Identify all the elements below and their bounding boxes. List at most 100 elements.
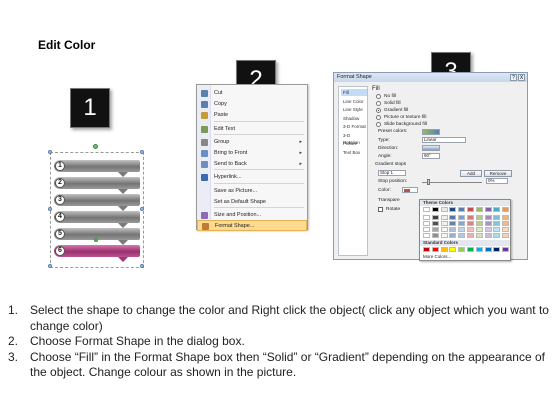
theme-color-swatch[interactable] bbox=[502, 207, 510, 212]
theme-color-swatch[interactable] bbox=[484, 215, 492, 220]
type-select[interactable]: Linear bbox=[422, 137, 466, 143]
theme-color-swatch[interactable] bbox=[458, 233, 466, 238]
fill-option-radio[interactable] bbox=[376, 115, 381, 120]
rotate-checkbox[interactable] bbox=[378, 207, 383, 212]
standard-color-swatch[interactable] bbox=[493, 247, 501, 252]
shape-bar[interactable]: 3 bbox=[54, 194, 140, 211]
theme-color-swatch[interactable] bbox=[493, 221, 501, 226]
theme-color-swatch[interactable] bbox=[493, 233, 501, 238]
fill-option-radio[interactable] bbox=[376, 94, 381, 99]
nav-item[interactable]: Fill bbox=[341, 89, 367, 96]
theme-color-swatch[interactable] bbox=[423, 221, 430, 226]
standard-color-swatch[interactable] bbox=[467, 247, 474, 252]
angle-input[interactable]: 90° bbox=[422, 153, 440, 159]
remove-stop-button[interactable]: Remove bbox=[484, 170, 512, 177]
nav-item[interactable]: Shadow bbox=[341, 115, 367, 122]
menu-item[interactable]: Save as Picture... bbox=[197, 186, 307, 197]
rotation-handle[interactable] bbox=[93, 144, 98, 149]
theme-color-swatch[interactable] bbox=[440, 233, 448, 238]
theme-color-swatch[interactable] bbox=[502, 221, 510, 226]
theme-color-swatch[interactable] bbox=[423, 207, 430, 212]
nav-item[interactable]: Line Style bbox=[341, 106, 367, 113]
more-colors-link[interactable]: More Colors... bbox=[423, 254, 451, 259]
theme-color-swatch[interactable] bbox=[467, 215, 474, 220]
theme-color-swatch[interactable] bbox=[440, 221, 448, 226]
theme-color-swatch[interactable] bbox=[493, 227, 501, 232]
theme-color-swatch[interactable] bbox=[502, 233, 510, 238]
menu-item[interactable]: Format Shape... bbox=[197, 220, 307, 231]
resize-handle[interactable] bbox=[48, 150, 52, 154]
nav-item[interactable]: Picture bbox=[341, 140, 367, 147]
standard-color-swatch[interactable] bbox=[431, 247, 439, 252]
standard-color-swatch[interactable] bbox=[440, 247, 448, 252]
theme-color-swatch[interactable] bbox=[475, 207, 483, 212]
theme-color-swatch[interactable] bbox=[431, 215, 439, 220]
menu-item[interactable]: Bring to Front ▸ bbox=[197, 148, 307, 159]
resize-handle[interactable] bbox=[140, 207, 144, 211]
theme-color-swatch[interactable] bbox=[458, 227, 466, 232]
theme-color-swatch[interactable] bbox=[475, 233, 483, 238]
resize-handle[interactable] bbox=[48, 207, 52, 211]
theme-color-swatch[interactable] bbox=[449, 221, 457, 226]
theme-color-swatch[interactable] bbox=[423, 233, 430, 238]
resize-handle[interactable] bbox=[48, 264, 52, 268]
shape-bar[interactable]: 1 bbox=[54, 160, 140, 177]
theme-color-swatch[interactable] bbox=[431, 227, 439, 232]
nav-item[interactable]: Text Box bbox=[341, 149, 367, 156]
theme-color-swatch[interactable] bbox=[431, 207, 439, 212]
stop-select[interactable]: Stop 1 bbox=[378, 170, 406, 176]
theme-color-swatch[interactable] bbox=[493, 215, 501, 220]
theme-color-swatch[interactable] bbox=[493, 207, 501, 212]
theme-color-swatch[interactable] bbox=[502, 215, 510, 220]
shape-bar[interactable]: 4 bbox=[54, 211, 140, 228]
direction-dropdown[interactable] bbox=[422, 145, 440, 151]
theme-color-swatch[interactable] bbox=[458, 221, 466, 226]
fill-option-radio[interactable] bbox=[376, 122, 381, 127]
standard-color-swatch[interactable] bbox=[458, 247, 466, 252]
theme-color-swatch[interactable] bbox=[475, 215, 483, 220]
menu-item[interactable]: Hyperlink... bbox=[197, 172, 307, 183]
standard-color-swatch[interactable] bbox=[449, 247, 457, 252]
theme-color-swatch[interactable] bbox=[423, 215, 430, 220]
stop-position-input[interactable]: 0% bbox=[486, 178, 508, 184]
theme-color-swatch[interactable] bbox=[431, 233, 439, 238]
color-picker-button[interactable] bbox=[402, 187, 418, 193]
theme-color-swatch[interactable] bbox=[449, 233, 457, 238]
theme-color-swatch[interactable] bbox=[467, 227, 474, 232]
theme-color-swatch[interactable] bbox=[502, 227, 510, 232]
menu-item[interactable]: Cut bbox=[197, 88, 307, 99]
theme-color-swatch[interactable] bbox=[458, 215, 466, 220]
shape-bar-selected[interactable]: 6 bbox=[54, 245, 140, 262]
theme-color-swatch[interactable] bbox=[458, 207, 466, 212]
help-button[interactable]: ? bbox=[510, 74, 517, 81]
theme-color-swatch[interactable] bbox=[449, 215, 457, 220]
stop-position-thumb[interactable] bbox=[427, 179, 430, 185]
resize-handle[interactable] bbox=[140, 150, 144, 154]
theme-color-swatch[interactable] bbox=[449, 207, 457, 212]
menu-item[interactable]: Group ▸ bbox=[197, 137, 307, 148]
theme-color-swatch[interactable] bbox=[475, 227, 483, 232]
shape-bar[interactable]: 2 bbox=[54, 177, 140, 194]
theme-color-swatch[interactable] bbox=[484, 207, 492, 212]
theme-color-swatch[interactable] bbox=[440, 227, 448, 232]
theme-color-swatch[interactable] bbox=[484, 221, 492, 226]
theme-color-swatch[interactable] bbox=[467, 207, 474, 212]
nav-item[interactable]: 3-D Format bbox=[341, 123, 367, 130]
nav-item[interactable]: 3-D Rotation bbox=[341, 132, 367, 145]
nav-item[interactable]: Line Color bbox=[341, 98, 367, 105]
preset-colors-dropdown[interactable] bbox=[422, 129, 440, 135]
theme-color-swatch[interactable] bbox=[440, 207, 448, 212]
fill-option-radio[interactable] bbox=[376, 101, 381, 106]
theme-color-swatch[interactable] bbox=[440, 215, 448, 220]
theme-color-swatch[interactable] bbox=[467, 221, 474, 226]
standard-color-swatch[interactable] bbox=[475, 247, 483, 252]
standard-color-swatch[interactable] bbox=[423, 247, 430, 252]
fill-option-radio[interactable] bbox=[376, 108, 381, 113]
theme-color-swatch[interactable] bbox=[449, 227, 457, 232]
adjust-handle[interactable] bbox=[94, 238, 98, 242]
menu-item[interactable]: Copy bbox=[197, 99, 307, 110]
standard-color-swatch[interactable] bbox=[502, 247, 510, 252]
menu-item[interactable]: Paste bbox=[197, 110, 307, 121]
theme-color-swatch[interactable] bbox=[484, 227, 492, 232]
theme-color-swatch[interactable] bbox=[475, 221, 483, 226]
